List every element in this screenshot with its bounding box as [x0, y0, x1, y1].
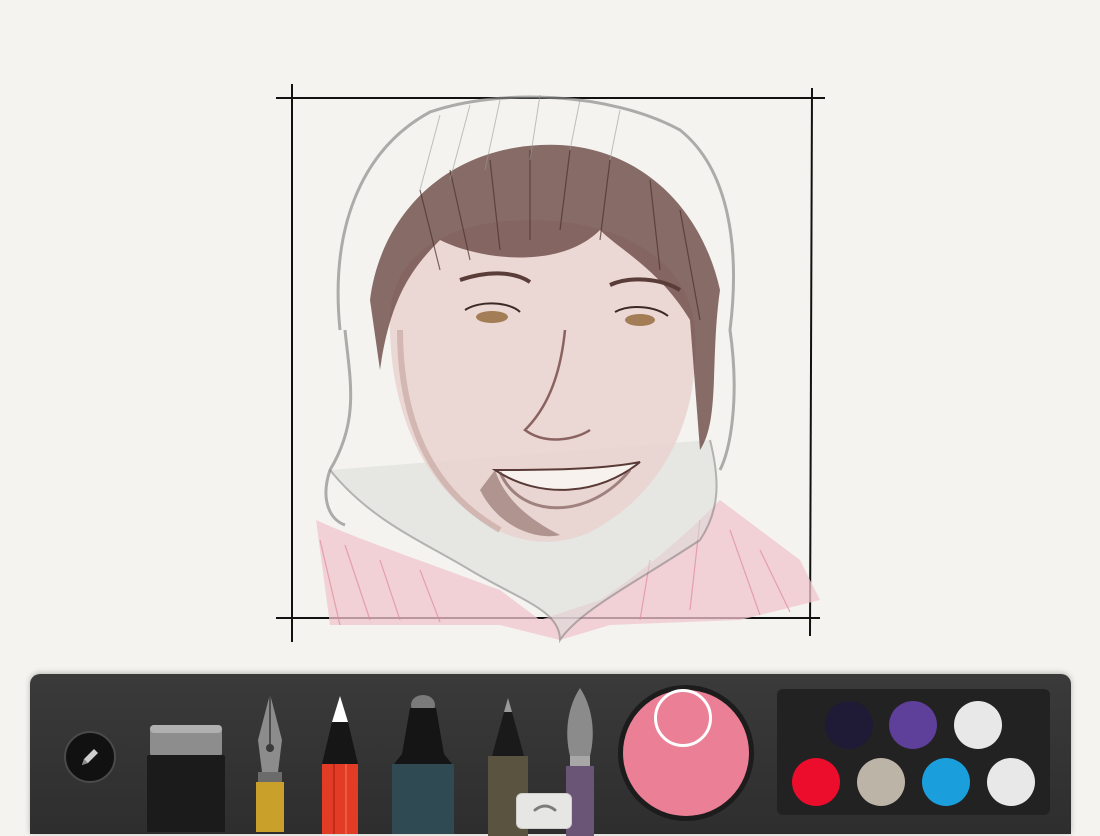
pencil-icon — [82, 749, 98, 765]
palette-swatch[interactable] — [825, 701, 873, 749]
menu-button[interactable] — [64, 731, 116, 783]
drawing-canvas[interactable] — [0, 0, 1100, 660]
palette-swatch[interactable] — [922, 758, 970, 806]
palette-swatch[interactable] — [857, 758, 905, 806]
color-palette — [777, 689, 1050, 815]
pencil-tool[interactable] — [318, 694, 362, 834]
palette-swatch[interactable] — [954, 701, 1002, 749]
marker-icon — [392, 695, 454, 834]
palette-swatch[interactable] — [792, 758, 840, 806]
palette-swatch[interactable] — [889, 701, 937, 749]
pencil-icon — [322, 696, 358, 834]
fountain-pen-icon — [256, 694, 284, 832]
eraser-icon — [147, 725, 225, 832]
fountain-pen-tool[interactable] — [248, 692, 292, 832]
mixer-handle[interactable] — [516, 793, 572, 829]
eraser-tool[interactable] — [145, 722, 227, 832]
portrait-sketch — [316, 94, 820, 644]
palette-swatch[interactable] — [987, 758, 1035, 806]
marker-tool[interactable] — [388, 694, 458, 834]
color-selector-ring[interactable] — [654, 689, 712, 747]
color-wheel[interactable] — [618, 685, 754, 821]
